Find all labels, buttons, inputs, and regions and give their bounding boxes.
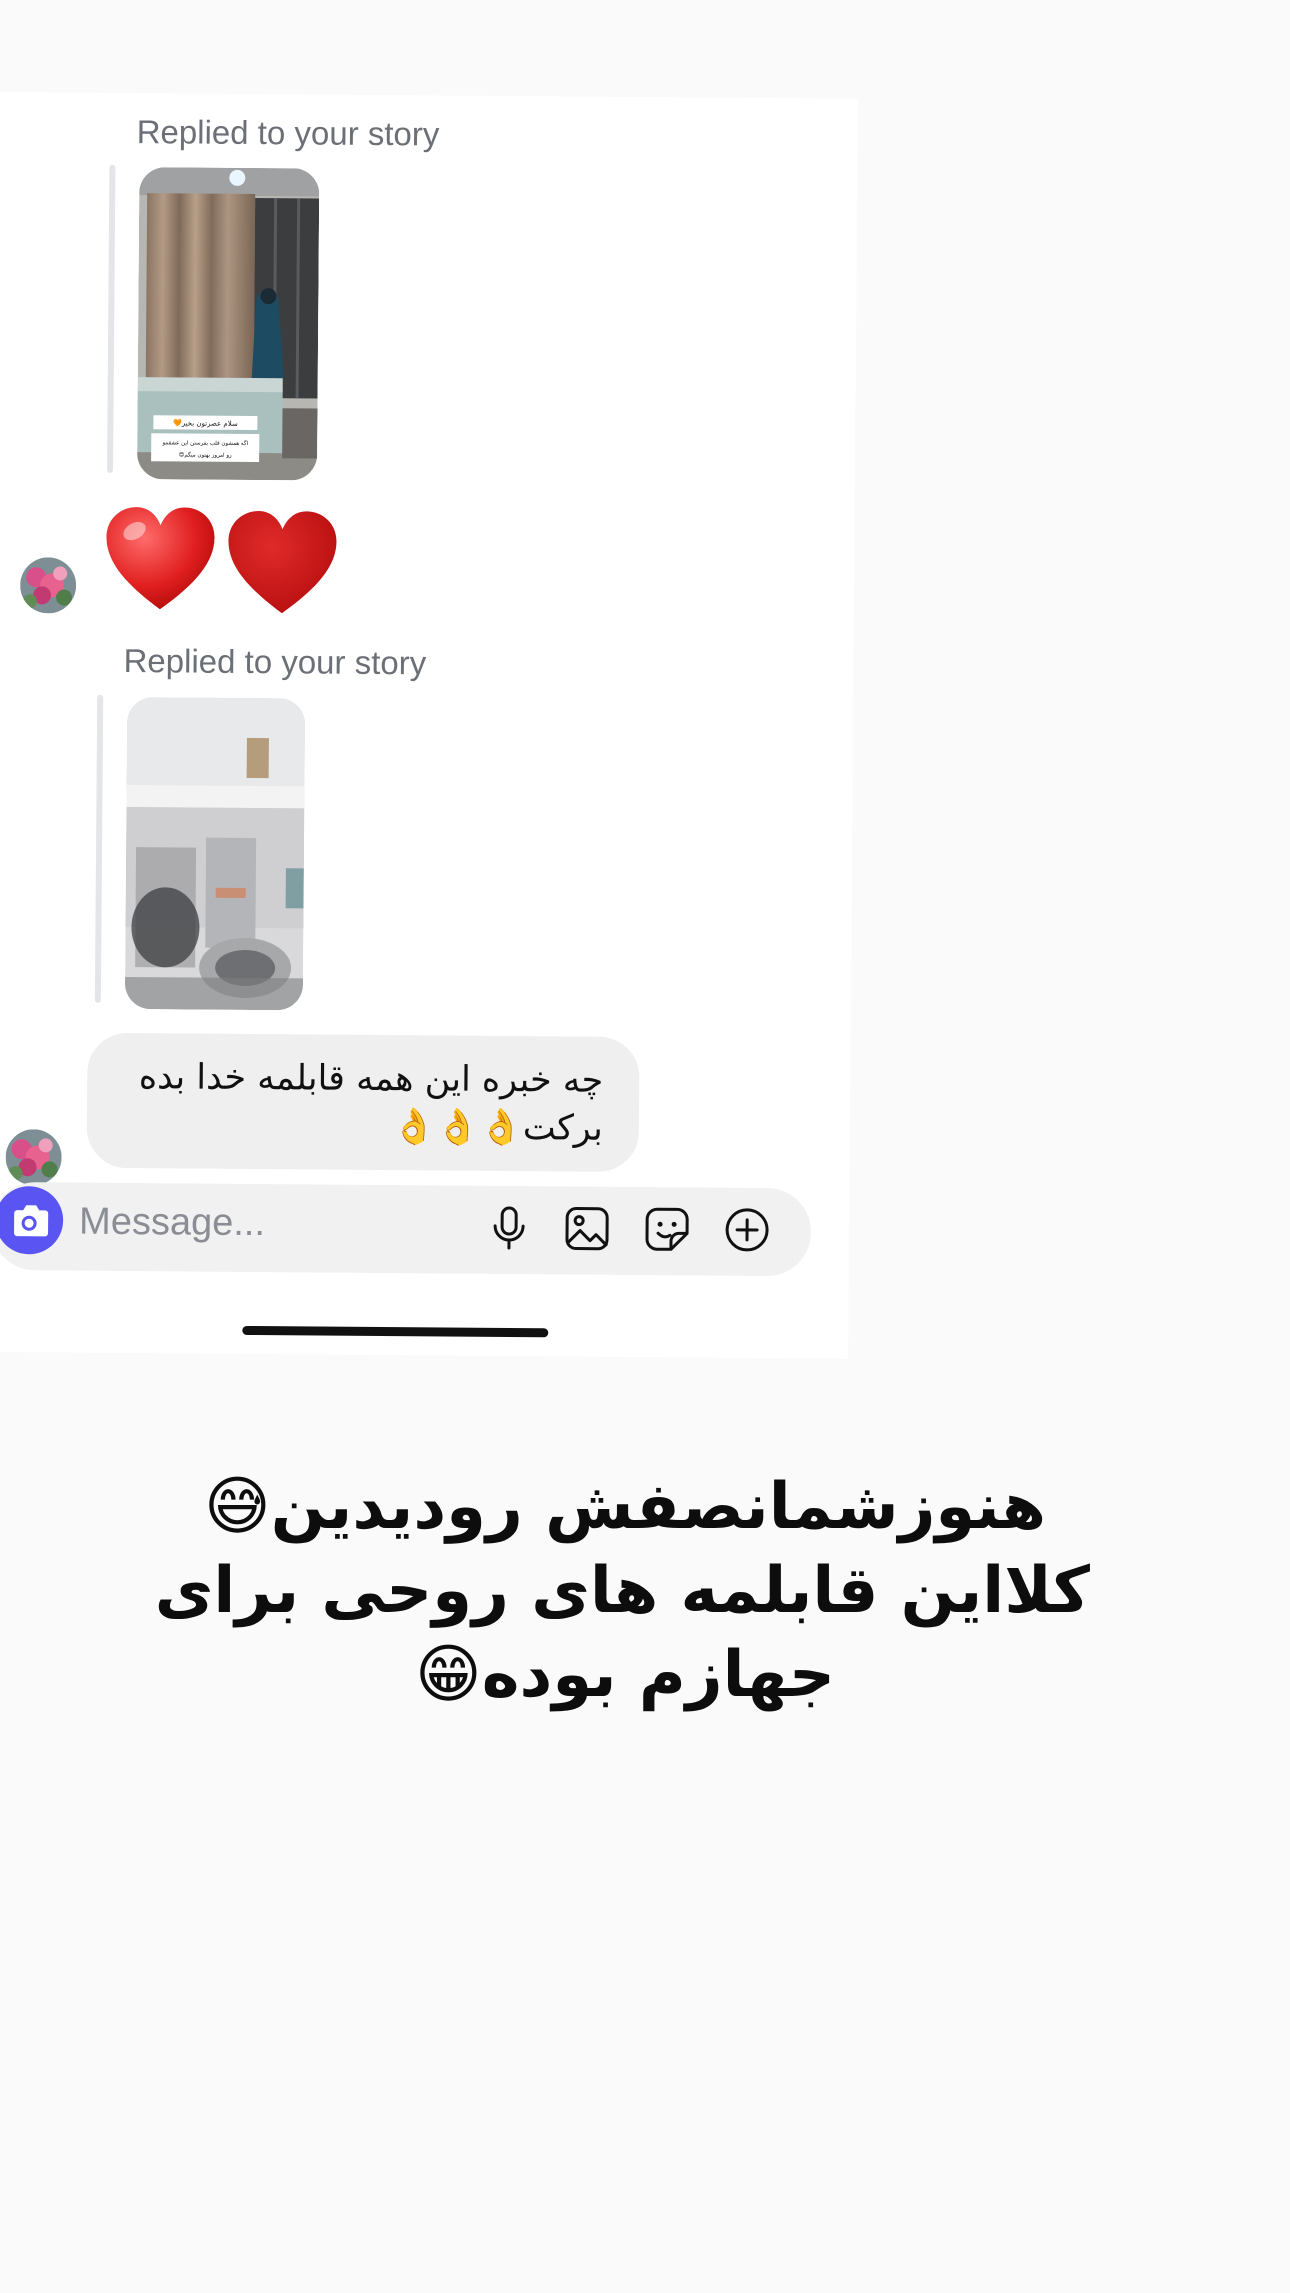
story-thumbnail-bedroom[interactable]: سلام عصرتون بخیر🧡 اگه همشون قلب بفرستن ا… — [136, 167, 320, 481]
sender-avatar[interactable] — [5, 1129, 62, 1186]
home-indicator — [242, 1325, 549, 1338]
story-caption-line2: اگه همشون قلب بفرستن این عشقمو — [161, 439, 248, 447]
sender-avatar[interactable] — [19, 557, 77, 614]
caption-line3: جهازم بوده😁 — [415, 1638, 835, 1712]
plus-circle-icon[interactable] — [723, 1206, 771, 1254]
bedroom-image: سلام عصرتون بخیر🧡 اگه همشون قلب بفرستن ا… — [136, 167, 320, 481]
caption-line1: هنوزشمانصفش رودیدین😅 — [203, 1470, 1047, 1544]
message-text-line2: برکت👌👌👌 — [391, 1107, 604, 1149]
reply-indicator-bar — [107, 164, 116, 473]
story-caption-line3: رو امروز بهتون میگم😍 — [179, 451, 232, 458]
chat-screenshot: Replied to your story سلام عصرتون بخیر🧡 … — [0, 92, 858, 1359]
story-thumbnail-kitchen[interactable] — [124, 697, 306, 1011]
heart-reaction-1[interactable] — [104, 505, 217, 612]
caption-line2: کلااین قابلمه های روحی برای — [154, 1554, 1090, 1628]
flower-avatar-image — [5, 1129, 62, 1186]
story-caption-line1: سلام عصرتون بخیر🧡 — [173, 418, 238, 428]
camera-button[interactable] — [0, 1185, 64, 1255]
message-text-line1: چه خبره این همه قابلمه خدا بده — [138, 1057, 604, 1101]
reply-indicator-bar — [94, 694, 104, 1003]
overlay-caption: هنوزشمانصفش رودیدین😅 کلااین قابلمه های ر… — [154, 1465, 1090, 1717]
microphone-icon[interactable] — [485, 1204, 533, 1252]
image-gallery-icon[interactable] — [563, 1204, 611, 1252]
sticker-icon[interactable] — [643, 1205, 691, 1253]
camera-icon — [14, 1205, 49, 1237]
flower-avatar-image — [19, 557, 77, 614]
message-bubble[interactable]: چه خبره این همه قابلمه خدا بده برکت👌👌👌 — [86, 1032, 640, 1173]
heart-reaction-2[interactable] — [226, 509, 339, 616]
kitchen-image — [124, 697, 306, 1011]
stage: Replied to your story سلام عصرتون بخیر🧡 … — [0, 0, 1290, 2293]
reply-label-2: Replied to your story — [123, 641, 427, 682]
message-input[interactable]: Message... — [79, 1197, 459, 1250]
message-composer: Message... — [0, 1181, 812, 1277]
reply-label-1: Replied to your story — [136, 113, 440, 153]
